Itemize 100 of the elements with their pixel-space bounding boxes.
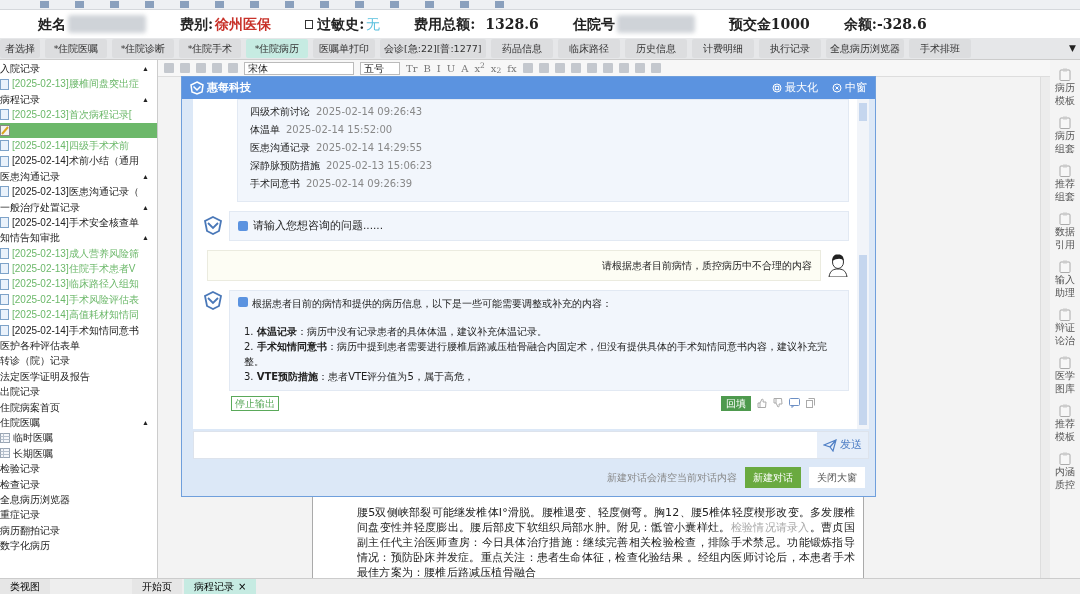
tree-item[interactable]: 临时医嘱	[13, 430, 53, 446]
tree-group[interactable]: 医患沟通记录	[0, 168, 60, 185]
tree-group[interactable]: 法定医学证明及报告	[0, 368, 90, 385]
tool-button[interactable]: 病历组套	[1053, 116, 1077, 155]
toolbar-icon[interactable]	[145, 1, 154, 8]
tree-item[interactable]: [2025-02-13]医患沟通记录（	[12, 184, 139, 200]
tree-group[interactable]: 病历翻拍记录	[0, 522, 60, 539]
tree-group[interactable]: 检查记录	[0, 476, 40, 492]
tree-group[interactable]: 转诊（院）记录	[0, 353, 70, 369]
tab[interactable]: *住院诊断	[112, 39, 174, 58]
tab[interactable]: *住院病历	[246, 39, 308, 58]
tree-item[interactable]: [2025-02-14]手术知情同意书	[12, 322, 139, 339]
tool-button[interactable]: 内涵质控	[1053, 452, 1077, 491]
format-button[interactable]: I	[436, 60, 441, 76]
tab[interactable]: 手术排班	[908, 39, 971, 58]
toolbar-icon[interactable]	[215, 1, 224, 8]
tree-group[interactable]: 检验记录	[0, 461, 40, 477]
scrollbar[interactable]	[857, 99, 869, 429]
send-button[interactable]: 发送	[817, 432, 868, 458]
tab[interactable]: 病程记录 ×	[184, 579, 257, 594]
tree-group[interactable]: 一般治疗处置记录	[0, 199, 80, 215]
tool-button[interactable]: 医学图库	[1053, 356, 1077, 395]
tree-group[interactable]: 医护各种评估表单	[0, 338, 80, 354]
toolbar-icon[interactable]	[110, 1, 119, 8]
comment-icon[interactable]	[789, 398, 800, 409]
thumbs-down-icon[interactable]	[773, 398, 783, 409]
format-button[interactable]: B	[423, 60, 431, 76]
tree-group[interactable]: 病程记录	[0, 91, 40, 108]
clipboard-icon	[1059, 356, 1071, 369]
tree-group[interactable]: 重症记录	[0, 507, 40, 523]
tab[interactable]: 计费明细	[691, 39, 754, 58]
toolbar-icon[interactable]	[586, 63, 597, 73]
tab[interactable]: 全息病历浏览器	[825, 39, 904, 58]
tool-button[interactable]: 病历模板	[1053, 68, 1077, 107]
tree-group[interactable]: 入院记录	[0, 61, 40, 77]
toolbar-icon[interactable]	[495, 1, 504, 8]
format-button[interactable]: fx	[507, 60, 517, 76]
tree-group[interactable]: 知情告知审批	[0, 230, 60, 246]
toolbar-icon[interactable]	[390, 1, 399, 8]
toolbar-icon[interactable]	[538, 63, 549, 73]
toolbar-icon[interactable]	[355, 1, 364, 8]
format-button[interactable]: U	[446, 60, 456, 76]
tool-button[interactable]: 推荐组套	[1053, 164, 1077, 203]
format-button[interactable]: A	[461, 60, 469, 76]
toolbar-icon[interactable]	[320, 1, 329, 8]
font-select[interactable]: 宋体	[244, 61, 354, 75]
scrollbar[interactable]	[1040, 77, 1050, 578]
close-icon[interactable]: ×	[238, 581, 247, 592]
selected-row[interactable]	[0, 122, 157, 138]
size-select[interactable]: 五号	[360, 61, 400, 75]
tree-group[interactable]: 住院病案首页	[0, 399, 60, 415]
tab[interactable]: *住院手术	[179, 39, 241, 58]
tree-item[interactable]: [2025-02-14]术前小结（通用	[12, 153, 139, 169]
dropdown-arrow[interactable]: ▼	[1069, 41, 1076, 56]
toolbar-icon[interactable]	[602, 63, 613, 73]
toolbar-icon[interactable]	[634, 63, 645, 73]
copy-icon[interactable]	[806, 398, 815, 409]
tab[interactable]: 类视图	[0, 579, 50, 594]
toolbar-icon[interactable]	[250, 1, 259, 8]
toolbar-icon[interactable]	[75, 1, 84, 8]
toolbar-icon[interactable]	[522, 63, 533, 73]
tree-item[interactable]: [2025-02-14]手术安全核查单	[12, 214, 139, 231]
toolbar-icon[interactable]	[180, 1, 189, 8]
tool-button[interactable]: 输入助理	[1053, 260, 1077, 299]
message-input[interactable]: 发送	[193, 431, 869, 459]
close-window-button[interactable]: 关闭大窗	[809, 467, 865, 488]
toolbar-icon[interactable]	[40, 1, 49, 8]
tab[interactable]: 临床路径	[557, 39, 620, 58]
tree-item[interactable]: 长期医嘱	[13, 445, 53, 462]
checkbox[interactable]	[305, 19, 314, 29]
tool-button[interactable]: 推荐模板	[1053, 404, 1077, 443]
tab[interactable]: 医嘱单打印	[313, 39, 375, 58]
tab[interactable]: *住院医嘱	[45, 39, 107, 58]
toolbar-icon[interactable]	[554, 63, 565, 73]
tool-button[interactable]: 数据引用	[1053, 212, 1077, 251]
tree-group[interactable]: 住院医嘱	[0, 415, 40, 431]
toolbar-icon[interactable]	[460, 1, 469, 8]
toolbar-icon[interactable]	[618, 63, 629, 73]
format-button[interactable]: Tr	[406, 60, 418, 76]
tab[interactable]: 执行记录	[758, 39, 821, 58]
hint-text: 新建对话会清空当前对话内容	[607, 471, 737, 485]
toolbar-icon[interactable]	[650, 63, 661, 73]
tree-group[interactable]: 全息病历浏览器	[0, 491, 70, 508]
document-icon	[0, 278, 9, 290]
tree-group[interactable]: 数字化病历	[0, 538, 50, 554]
tab[interactable]: 开始页	[132, 579, 182, 594]
tool-button[interactable]: 辩证论治	[1053, 308, 1077, 347]
tab[interactable]: 会诊[急:22][普:1277]	[380, 39, 486, 58]
clipboard-icon	[1059, 404, 1071, 417]
format-button[interactable]: x$^{2}$	[474, 60, 485, 76]
toolbar-icon[interactable]	[570, 63, 581, 73]
format-button[interactable]: x$_{2}$	[490, 60, 502, 76]
tab[interactable]: 历史信息	[624, 39, 687, 58]
tab[interactable]: 药品信息	[490, 39, 553, 58]
tree-group[interactable]: 出院记录	[0, 384, 40, 400]
toolbar-icon[interactable]	[425, 1, 434, 8]
tab[interactable]: 者选择	[0, 39, 40, 58]
document-icon	[0, 294, 9, 306]
toolbar-icon[interactable]	[285, 1, 294, 8]
thumbs-up-icon[interactable]	[757, 398, 767, 409]
